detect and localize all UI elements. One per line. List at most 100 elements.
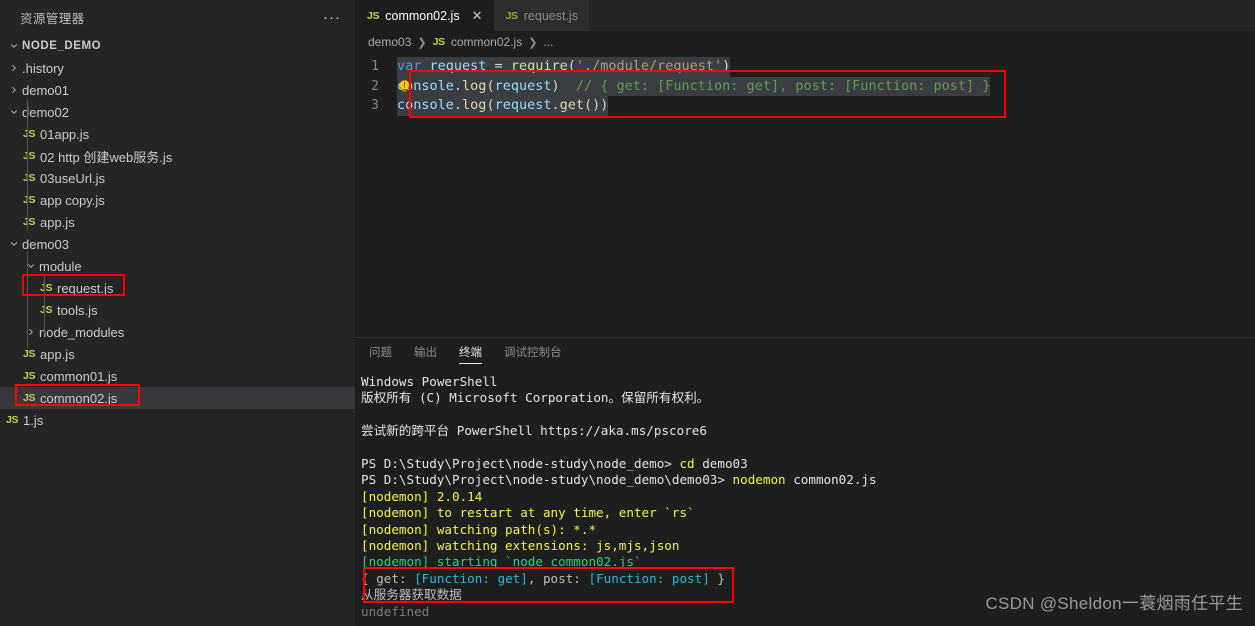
code-token: // { get: [Function: get], post: [Functi…: [559, 77, 991, 94]
tree-row-common02-js[interactable]: JS common02.js: [0, 387, 355, 409]
panel-tab-问题[interactable]: 问题: [369, 338, 392, 366]
tree-root-label: NODE_DEMO: [22, 40, 102, 52]
tree-item-label: request.js: [57, 280, 114, 296]
tree-item-label: app.js: [40, 346, 75, 362]
code-token: (: [486, 97, 495, 113]
editor-tab-request-js[interactable]: JS request.js: [493, 0, 589, 31]
editor-tabbar[interactable]: JS common02.js ✕ JS request.js: [355, 0, 1255, 31]
code-text[interactable]: console.log(request) // { get: [Function…: [397, 76, 991, 96]
code-line[interactable]: 3 console.log(request.get()): [355, 96, 1255, 116]
code-editor[interactable]: 1 var request = require('./module/request…: [355, 53, 1255, 337]
indent-guide: [44, 274, 45, 334]
tree-row-tools-js[interactable]: JS tools.js: [0, 299, 355, 321]
panel-tab-调试控制台[interactable]: 调试控制台: [504, 338, 562, 366]
code-text[interactable]: console.log(request.get()): [397, 96, 609, 116]
tree-item-label: 01app.js: [40, 126, 90, 142]
panel-tab-终端[interactable]: 终端: [459, 338, 482, 366]
terminal-segment: [nodemon] starting `node common02.js`: [361, 554, 642, 570]
breadcrumb-folder[interactable]: demo03: [368, 35, 411, 49]
tree-item-label: node_modules: [39, 324, 125, 340]
breadcrumb-file[interactable]: common02.js: [451, 35, 522, 49]
watermark: CSDN @Sheldon一蓑烟雨任平生: [985, 594, 1243, 613]
tree-row-common01-js[interactable]: JS common01.js: [0, 365, 355, 387]
tree-row-node-modules[interactable]: node_modules: [0, 321, 355, 343]
terminal-segment: 版权所有 (C) Microsoft Corporation。保留所有权利。: [361, 390, 710, 406]
editor-tab-common02-js[interactable]: JS common02.js ✕: [355, 0, 494, 31]
terminal-line: [nodemon] starting `node common02.js`: [361, 554, 1255, 570]
terminal-segment: , post:: [527, 570, 589, 586]
js-file-icon: JS: [23, 172, 36, 184]
lightbulb-icon[interactable]: [397, 78, 412, 95]
tree-row-app-js[interactable]: JS app.js: [0, 211, 355, 233]
chevron-right-icon[interactable]: [6, 85, 22, 95]
tree-row-app-js[interactable]: JS app.js: [0, 343, 355, 365]
terminal-segment: demo03: [694, 456, 748, 472]
explorer-sidebar: 资源管理器 ··· NODE_DEMO .history demo01 demo02 J…: [0, 0, 355, 626]
tree-row-02-http-web-js[interactable]: JS 02 http 创建web服务.js: [0, 145, 355, 167]
code-token: (: [486, 77, 495, 94]
js-file-icon: JS: [6, 414, 19, 426]
chevron-down-icon[interactable]: [23, 261, 39, 271]
breadcrumb[interactable]: demo03 ❯ JS common02.js ❯ ...: [355, 31, 1255, 53]
tab-label: request.js: [523, 8, 578, 23]
tree-item-label: common02.js: [40, 390, 118, 406]
chevron-right-icon[interactable]: [6, 63, 22, 73]
code-text[interactable]: var request = require('./module/request'…: [397, 57, 731, 77]
tree-row-root[interactable]: NODE_DEMO: [0, 35, 355, 57]
tree-item-label: demo01: [22, 82, 69, 98]
terminal-segment: [nodemon] watching extensions: js,mjs,js…: [361, 538, 680, 554]
code-token: './module/request': [575, 58, 723, 74]
js-file-icon: JS: [367, 9, 380, 22]
code-token: (: [567, 58, 576, 74]
js-file-icon: JS: [40, 282, 53, 294]
code-token: .: [453, 77, 463, 94]
terminal-segment: PS D:\Study\Project\node-study\node_demo…: [361, 472, 733, 488]
tree-row-request-js[interactable]: JS request.js: [0, 277, 355, 299]
code-token: var: [397, 58, 430, 74]
tree-row-demo03[interactable]: demo03: [0, 233, 355, 255]
terminal-line: { get: [Function: get], post: [Function:…: [361, 571, 1255, 587]
tree-item-label: common01.js: [40, 368, 118, 384]
code-line[interactable]: 2 console.log(request) // { get: [Functio…: [355, 76, 1255, 96]
file-tree[interactable]: NODE_DEMO .history demo01 demo02 JS 01app.js J…: [0, 35, 355, 431]
tree-row-01app-js[interactable]: JS 01app.js: [0, 123, 355, 145]
code-token: require: [510, 58, 568, 74]
chevron-down-icon[interactable]: [6, 41, 22, 51]
terminal-segment: [361, 440, 369, 455]
tree-row-module[interactable]: module: [0, 255, 355, 277]
chevron-down-icon[interactable]: [6, 107, 22, 117]
tree-row-1-js[interactable]: JS 1.js: [0, 409, 355, 431]
more-actions-icon[interactable]: ···: [323, 9, 341, 26]
terminal-line: Windows PowerShell: [361, 374, 1255, 390]
panel-tabs[interactable]: 问题 输出 终端 调试控制台: [355, 338, 1255, 366]
line-number: 2: [371, 78, 379, 94]
code-token: .: [453, 97, 463, 113]
tree-row-demo02[interactable]: demo02: [0, 101, 355, 123]
terminal-segment: PS D:\Study\Project\node-study\node_demo…: [361, 456, 680, 472]
tab-label: common02.js: [385, 8, 460, 23]
tree-row--history[interactable]: .history: [0, 57, 355, 79]
tree-row-demo01[interactable]: demo01: [0, 79, 355, 101]
terminal-segment: 从服务器获取数据: [361, 587, 462, 603]
terminal-segment: cd: [679, 456, 695, 472]
close-icon[interactable]: ✕: [472, 9, 483, 22]
tree-row-app-copy-js[interactable]: JS app copy.js: [0, 189, 355, 211]
code-token: .: [551, 97, 560, 113]
code-lines[interactable]: 1 var request = require('./module/request…: [355, 53, 1255, 116]
code-line[interactable]: 1 var request = require('./module/request…: [355, 57, 1255, 77]
editor-area: JS common02.js ✕ JS request.js demo03 ❯ JS c…: [355, 0, 1255, 626]
code-token: log: [462, 77, 487, 94]
js-file-icon: JS: [505, 9, 519, 22]
line-number: 1: [371, 59, 379, 74]
tree-row-03useurl-js[interactable]: JS 03useUrl.js: [0, 167, 355, 189]
chevron-right-icon[interactable]: [23, 327, 39, 337]
panel-tab-输出[interactable]: 输出: [414, 338, 437, 366]
breadcrumb-symbols[interactable]: ...: [543, 35, 553, 49]
chevron-down-icon[interactable]: [6, 239, 22, 249]
terminal-line: [nodemon] watching extensions: js,mjs,js…: [361, 538, 1255, 554]
code-token: request: [494, 97, 552, 113]
terminal-output[interactable]: Windows PowerShell 版权所有 (C) Microsoft Cor…: [355, 366, 1255, 620]
terminal-line: PS D:\Study\Project\node-study\node_demo…: [361, 456, 1255, 472]
terminal-segment: nodemon: [732, 472, 786, 488]
tree-item-label: tools.js: [57, 302, 98, 318]
